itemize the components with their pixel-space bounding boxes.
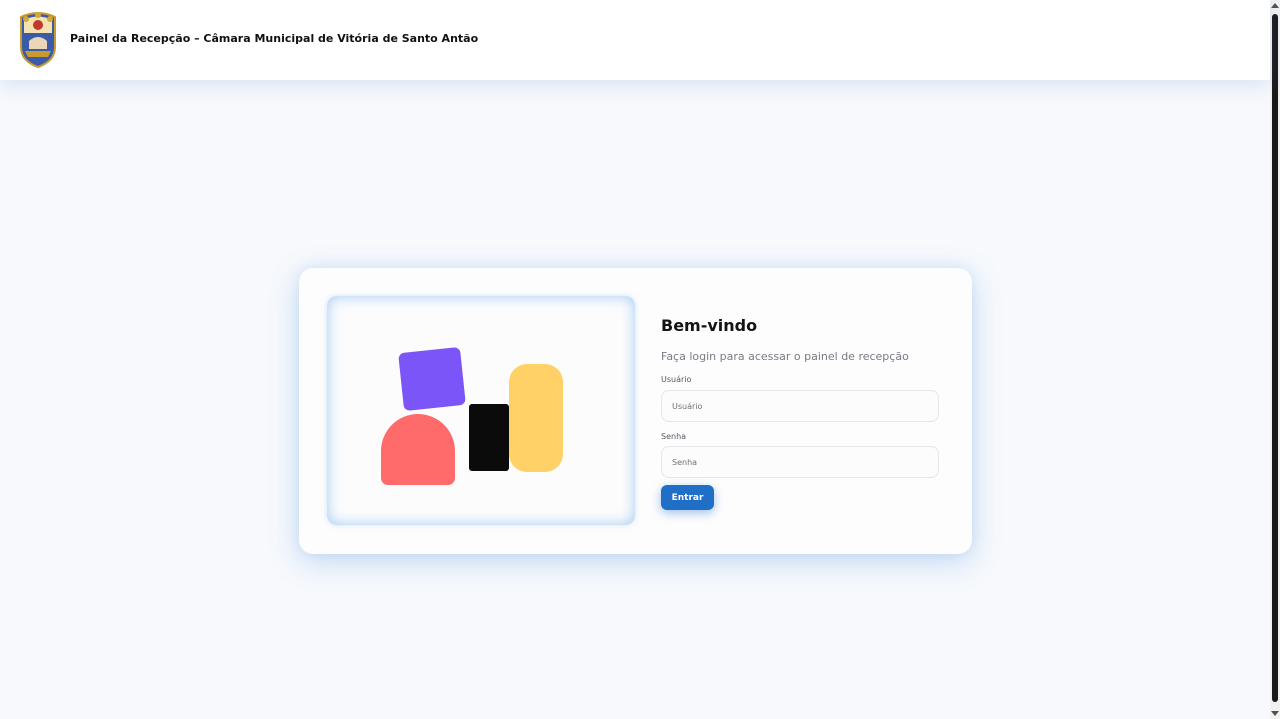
login-button[interactable]: Entrar	[661, 485, 714, 510]
page-scrollbar[interactable]	[1270, 0, 1280, 719]
yellow-pill-shape	[509, 364, 563, 472]
password-label: Senha	[661, 432, 687, 441]
login-illustration	[327, 296, 635, 525]
municipal-crest-icon	[15, 11, 61, 69]
scroll-up-arrow-icon[interactable]	[1271, 3, 1279, 8]
purple-square-shape	[398, 347, 466, 411]
username-input[interactable]	[661, 390, 939, 422]
login-subtitle: Faça login para acessar o painel de rece…	[661, 350, 909, 363]
top-header: Painel da Recepção – Câmara Municipal de…	[0, 0, 1270, 80]
black-rect-shape	[469, 404, 509, 471]
scroll-down-arrow-icon[interactable]	[1271, 711, 1279, 716]
scrollbar-thumb[interactable]	[1272, 14, 1278, 702]
welcome-heading: Bem-vindo	[661, 316, 758, 335]
login-card: Bem-vindo Faça login para acessar o pain…	[299, 268, 972, 554]
password-input[interactable]	[661, 446, 939, 478]
red-arch-shape	[381, 414, 455, 485]
username-label: Usuário	[661, 375, 692, 384]
page-title: Painel da Recepção – Câmara Municipal de…	[70, 32, 479, 45]
